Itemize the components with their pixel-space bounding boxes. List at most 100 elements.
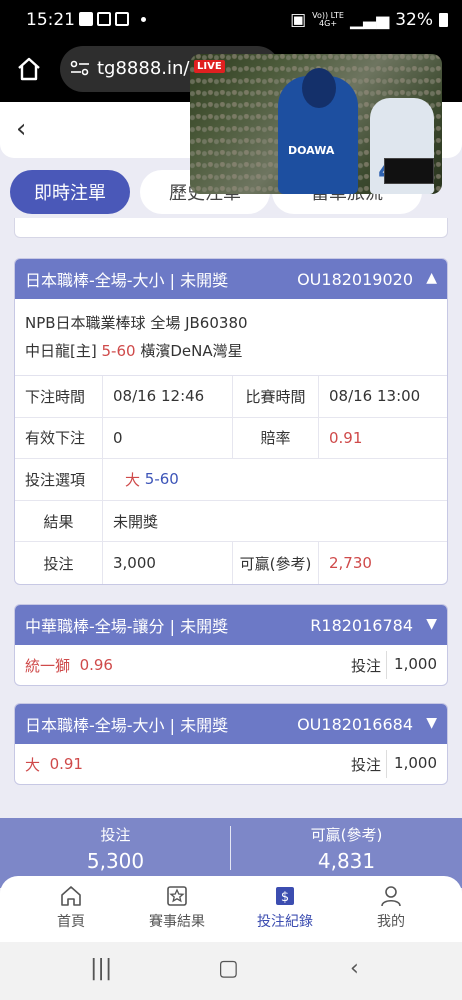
bet-time-value: 08/16 12:46: [103, 376, 233, 418]
signal-icon: ▁▃▅: [349, 10, 390, 30]
bet-odds: 0.96: [79, 656, 113, 674]
bet-title: 日本職棒-全場-大小 | 未開獎: [25, 716, 229, 735]
nav-bet-records[interactable]: $ 投注紀錄: [240, 884, 330, 931]
bet-card: 日本職棒-全場-大小 | 未開獎 OU182016684 ▼ 大 0.91 投注…: [14, 703, 448, 785]
home-icon: [61, 886, 81, 906]
home-team: 中日龍[主]: [25, 342, 97, 360]
nav-home-label: 首頁: [57, 914, 85, 930]
notification-icons: [79, 12, 146, 26]
video-batter-helmet: [302, 68, 336, 108]
more-notifications-icon: [141, 16, 146, 22]
system-indicators: ▣ Vo)) LTE 4G+ ▁▃▅ 32%: [290, 10, 448, 30]
match-league: NPB日本職業棒球 全場 JB60380: [25, 314, 248, 332]
bet-details-row: 下注時間 08/16 12:46 比賽時間 08/16 13:00: [15, 376, 447, 418]
win-value: 2,730: [329, 554, 372, 573]
home-icon[interactable]: [16, 56, 42, 82]
nav-bet-records-label: 投注紀錄: [257, 914, 313, 930]
valid-bet-value: 0: [103, 417, 233, 460]
bet-odds: 0.91: [49, 755, 83, 773]
option-line: 5-60: [144, 470, 179, 489]
stake-label: 投注: [350, 756, 381, 774]
bet-id: OU182016684: [297, 715, 413, 734]
bet-id: OU182019020: [297, 270, 413, 289]
play-icon: [97, 12, 111, 26]
nav-home[interactable]: 首頁: [26, 884, 116, 931]
bet-time-label: 下注時間: [15, 376, 103, 418]
home-button-icon[interactable]: ▢: [218, 956, 239, 981]
battery-icon: [439, 13, 448, 27]
total-stake-label: 投注: [100, 826, 131, 844]
valid-bet-label: 有效下注: [15, 417, 103, 460]
dollar-document-icon: $: [276, 887, 294, 905]
user-icon: [381, 886, 401, 907]
bet-id: R182016784: [310, 616, 413, 635]
match-time-value: 08/16 13:00: [319, 376, 447, 418]
total-win: 可贏(參考) 4,831: [231, 824, 462, 873]
live-badge: LIVE: [194, 60, 225, 73]
divider: [386, 651, 387, 679]
nav-match-results-label: 賽事結果: [149, 914, 205, 930]
stake-value: 1,000: [394, 655, 437, 673]
bottom-navigation: 首頁 賽事結果 $ 投注紀錄 我的: [0, 876, 462, 942]
stake-value: 3,000: [103, 542, 233, 584]
bet-card-header[interactable]: 中華職棒-全場-讓分 | 未開獎 R182016784 ▼: [15, 605, 447, 645]
option-value: 大 5-60: [103, 459, 447, 501]
result-value: 未開獎: [103, 501, 447, 543]
recent-apps-icon[interactable]: |||: [90, 956, 112, 981]
bet-card: 日本職棒-全場-大小 | 未開獎 OU182019020 ▲ NPB日本職業棒球…: [14, 258, 448, 585]
chevron-down-icon[interactable]: ▼: [426, 616, 437, 632]
url-text: tg8888.in/r: [97, 58, 197, 79]
play-icon: [115, 12, 129, 26]
bet-details-row: 投注 3,000 可贏(參考) 2,730: [15, 542, 447, 584]
nfc-icon: ▣: [290, 10, 307, 30]
total-win-label: 可贏(參考): [310, 826, 383, 844]
clock: 15:21: [26, 10, 75, 30]
star-document-icon: [167, 886, 187, 906]
svg-text:$: $: [281, 890, 289, 905]
back-button-icon[interactable]: ‹: [350, 956, 359, 981]
total-stake: 投注 5,300: [0, 824, 231, 873]
back-icon[interactable]: ‹: [16, 114, 26, 144]
bet-details-row: 投注選項 大 5-60: [15, 459, 447, 501]
battery-percent: 32%: [395, 10, 433, 30]
bet-card-header[interactable]: 日本職棒-全場-大小 | 未開獎 OU182019020 ▲: [15, 259, 447, 299]
odds-value: 0.91: [319, 418, 447, 460]
tab-live-bets[interactable]: 即時注單: [10, 170, 130, 214]
bet-details-row: 有效下注 0 賠率 0.91: [15, 417, 447, 460]
bet-card: 中華職棒-全場-讓分 | 未開獎 R182016784 ▼ 統一獅 0.96 投…: [14, 604, 448, 686]
stake-value: 1,000: [394, 754, 437, 772]
bet-pick: 大: [25, 755, 41, 774]
bet-pick: 統一獅: [25, 656, 71, 675]
total-win-value: 4,831: [317, 849, 376, 873]
win-label: 可贏(參考): [233, 542, 319, 584]
stake-label: 投注: [15, 542, 103, 584]
bet-details-row: 結果 未開獎: [15, 500, 447, 543]
match-score: 5-60: [101, 342, 136, 360]
result-label: 結果: [15, 500, 103, 543]
bet-title: 日本職棒-全場-大小 | 未開獎: [25, 271, 229, 290]
nav-profile[interactable]: 我的: [346, 884, 436, 931]
divider: [386, 750, 387, 778]
system-navigation-bar: ||| ▢ ‹: [0, 942, 462, 1000]
video-jersey-text: DOAWA: [288, 144, 335, 157]
bet-title: 中華職棒-全場-讓分 | 未開獎: [25, 617, 229, 636]
bet-card-header[interactable]: 日本職棒-全場-大小 | 未開獎 OU182016684 ▼: [15, 704, 447, 744]
option-pick: 大: [125, 470, 141, 489]
chevron-down-icon[interactable]: ▼: [426, 715, 437, 731]
site-settings-icon[interactable]: [70, 59, 90, 77]
nav-profile-label: 我的: [377, 914, 405, 930]
network-indicator: Vo)) LTE 4G+: [312, 11, 344, 28]
match-time-label: 比賽時間: [233, 376, 319, 418]
nav-match-results[interactable]: 賽事結果: [132, 884, 222, 931]
chevron-up-icon[interactable]: ▲: [426, 270, 437, 286]
bet-summary-row: 統一獅 0.96 投注 1,000: [15, 645, 447, 685]
match-teams: 中日龍[主] 5-60 橫濱DeNA灣星: [25, 337, 437, 365]
status-bar: 15:21 ▣ Vo)) LTE 4G+ ▁▃▅ 32%: [0, 0, 462, 40]
stake-label: 投注: [350, 657, 381, 675]
live-video-player[interactable]: DOAWA 45: [190, 54, 442, 194]
bet-summary-row: 大 0.91 投注 1,000: [15, 744, 447, 784]
total-stake-value: 5,300: [86, 849, 145, 873]
odds-label: 賠率: [233, 417, 319, 460]
gallery-icon: [79, 12, 93, 26]
previous-card-bottom: [14, 218, 448, 238]
